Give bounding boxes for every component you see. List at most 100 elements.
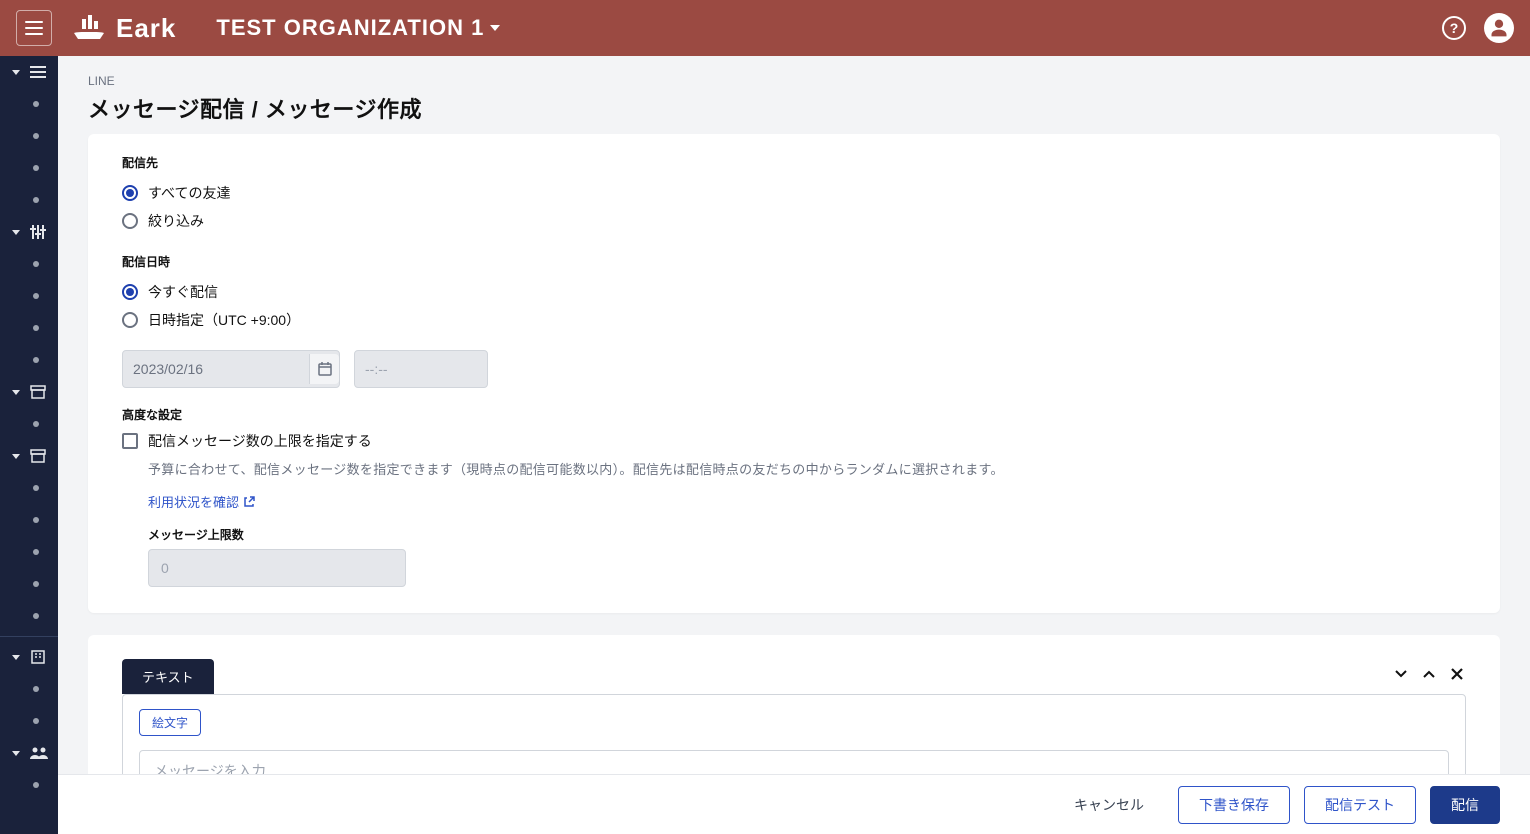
breadcrumb: LINE — [88, 74, 1500, 88]
schedule-label: 配信日時 — [122, 253, 1466, 270]
sidebar — [0, 56, 58, 834]
page-header: LINE メッセージ配信 / メッセージ作成 — [58, 56, 1530, 134]
sidebar-group-4[interactable] — [0, 440, 58, 472]
sidebar-item[interactable] — [0, 472, 58, 504]
close-icon — [1450, 667, 1464, 681]
sidebar-item[interactable] — [0, 152, 58, 184]
org-selector[interactable]: TEST ORGANIZATION 1 — [216, 15, 500, 41]
radio-icon — [122, 213, 138, 229]
sidebar-group-1[interactable] — [0, 56, 58, 88]
external-link-icon — [243, 496, 255, 508]
sidebar-item[interactable] — [0, 600, 58, 632]
sidebar-item[interactable] — [0, 248, 58, 280]
date-input[interactable]: 2023/02/16 — [122, 350, 340, 388]
sidebar-item[interactable] — [0, 673, 58, 705]
settings-card: 配信先 すべての友達 絞り込み 配信日時 今すぐ配信 日時指定（UTC +9:0… — [88, 134, 1500, 613]
move-up-button[interactable] — [1420, 665, 1438, 683]
topbar: Eark TEST ORGANIZATION 1 ? — [0, 0, 1530, 56]
advanced-description: 予算に合わせて、配信メッセージ数を指定できます（現時点の配信可能数以内）。配信先… — [148, 459, 1466, 478]
radio-label: 日時指定（UTC +9:00） — [148, 310, 300, 330]
editor-box: 絵文字 — [122, 694, 1466, 774]
scroll-area[interactable]: 配信先 すべての友達 絞り込み 配信日時 今すぐ配信 日時指定（UTC +9:0… — [58, 134, 1530, 774]
radio-icon — [122, 185, 138, 201]
users-icon — [30, 747, 48, 759]
link-text: 利用状況を確認 — [148, 492, 239, 511]
sidebar-group-5[interactable] — [0, 641, 58, 673]
recipients-filter-radio[interactable]: 絞り込み — [122, 207, 1466, 235]
sidebar-item[interactable] — [0, 312, 58, 344]
archive-icon — [30, 449, 46, 463]
help-button[interactable]: ? — [1442, 16, 1466, 40]
calendar-icon — [309, 354, 339, 384]
chevron-down-icon — [12, 655, 20, 660]
account-button[interactable] — [1484, 13, 1514, 43]
schedule-datetime-radio[interactable]: 日時指定（UTC +9:00） — [122, 306, 1466, 334]
sidebar-item[interactable] — [0, 705, 58, 737]
close-button[interactable] — [1448, 665, 1466, 683]
test-send-button[interactable]: 配信テスト — [1304, 786, 1416, 824]
sidebar-group-2[interactable] — [0, 216, 58, 248]
chevron-down-icon — [12, 70, 20, 75]
sidebar-item[interactable] — [0, 344, 58, 376]
radio-label: 絞り込み — [148, 211, 204, 231]
sidebar-group-6[interactable] — [0, 737, 58, 769]
recipients-label: 配信先 — [122, 154, 1466, 171]
recipients-all-radio[interactable]: すべての友達 — [122, 179, 1466, 207]
sidebar-item[interactable] — [0, 280, 58, 312]
chevron-up-icon — [1422, 669, 1436, 679]
cancel-button[interactable]: キャンセル — [1054, 786, 1164, 824]
limit-placeholder: 0 — [161, 560, 169, 576]
limit-sub-label: メッセージ上限数 — [148, 526, 1466, 543]
help-icon: ? — [1442, 16, 1466, 40]
limit-checkbox[interactable]: 配信メッセージ数の上限を指定する — [122, 431, 1466, 451]
sidebar-group-3[interactable] — [0, 376, 58, 408]
date-value: 2023/02/16 — [133, 361, 203, 377]
message-textarea[interactable] — [139, 750, 1449, 774]
sidebar-item[interactable] — [0, 408, 58, 440]
checkbox-label: 配信メッセージ数の上限を指定する — [148, 431, 372, 451]
brand-logo: Eark — [70, 13, 176, 44]
radio-icon — [122, 284, 138, 300]
checkbox-icon — [122, 433, 138, 449]
archive-icon — [30, 385, 46, 399]
time-placeholder: --:-- — [365, 361, 388, 377]
sidebar-item[interactable] — [0, 184, 58, 216]
chevron-down-icon — [12, 230, 20, 235]
list-icon — [30, 66, 46, 78]
sidebar-item[interactable] — [0, 120, 58, 152]
footer: キャンセル 下書き保存 配信テスト 配信 — [58, 774, 1530, 834]
chevron-down-icon — [12, 454, 20, 459]
emoji-button[interactable]: 絵文字 — [139, 709, 201, 736]
sidebar-item[interactable] — [0, 536, 58, 568]
radio-label: 今すぐ配信 — [148, 282, 218, 302]
save-draft-button[interactable]: 下書き保存 — [1178, 786, 1290, 824]
hamburger-icon — [25, 21, 43, 35]
schedule-now-radio[interactable]: 今すぐ配信 — [122, 278, 1466, 306]
move-down-button[interactable] — [1392, 665, 1410, 683]
menu-toggle-button[interactable] — [16, 10, 52, 46]
advanced-label: 高度な設定 — [122, 406, 1466, 423]
limit-input[interactable]: 0 — [148, 549, 406, 587]
brand-name: Eark — [116, 13, 176, 44]
send-button[interactable]: 配信 — [1430, 786, 1500, 824]
chevron-down-icon — [12, 390, 20, 395]
sidebar-item[interactable] — [0, 88, 58, 120]
building-icon — [30, 650, 46, 664]
page-title: メッセージ配信 / メッセージ作成 — [88, 92, 1500, 124]
caret-down-icon — [490, 25, 500, 31]
logo-mark-icon — [70, 15, 108, 41]
sidebar-item[interactable] — [0, 769, 58, 801]
org-name: TEST ORGANIZATION 1 — [216, 15, 484, 41]
radio-icon — [122, 312, 138, 328]
time-input[interactable]: --:-- — [354, 350, 488, 388]
sidebar-item[interactable] — [0, 568, 58, 600]
chevron-down-icon — [12, 751, 20, 756]
usage-link[interactable]: 利用状況を確認 — [148, 492, 255, 511]
sliders-icon — [30, 225, 46, 239]
chevron-down-icon — [1394, 669, 1408, 679]
page: LINE メッセージ配信 / メッセージ作成 配信先 すべての友達 絞り込み 配… — [58, 56, 1530, 834]
text-tab[interactable]: テキスト — [122, 659, 214, 694]
radio-label: すべての友達 — [148, 183, 230, 203]
editor-card: テキスト 絵文字 — [88, 635, 1500, 774]
sidebar-item[interactable] — [0, 504, 58, 536]
